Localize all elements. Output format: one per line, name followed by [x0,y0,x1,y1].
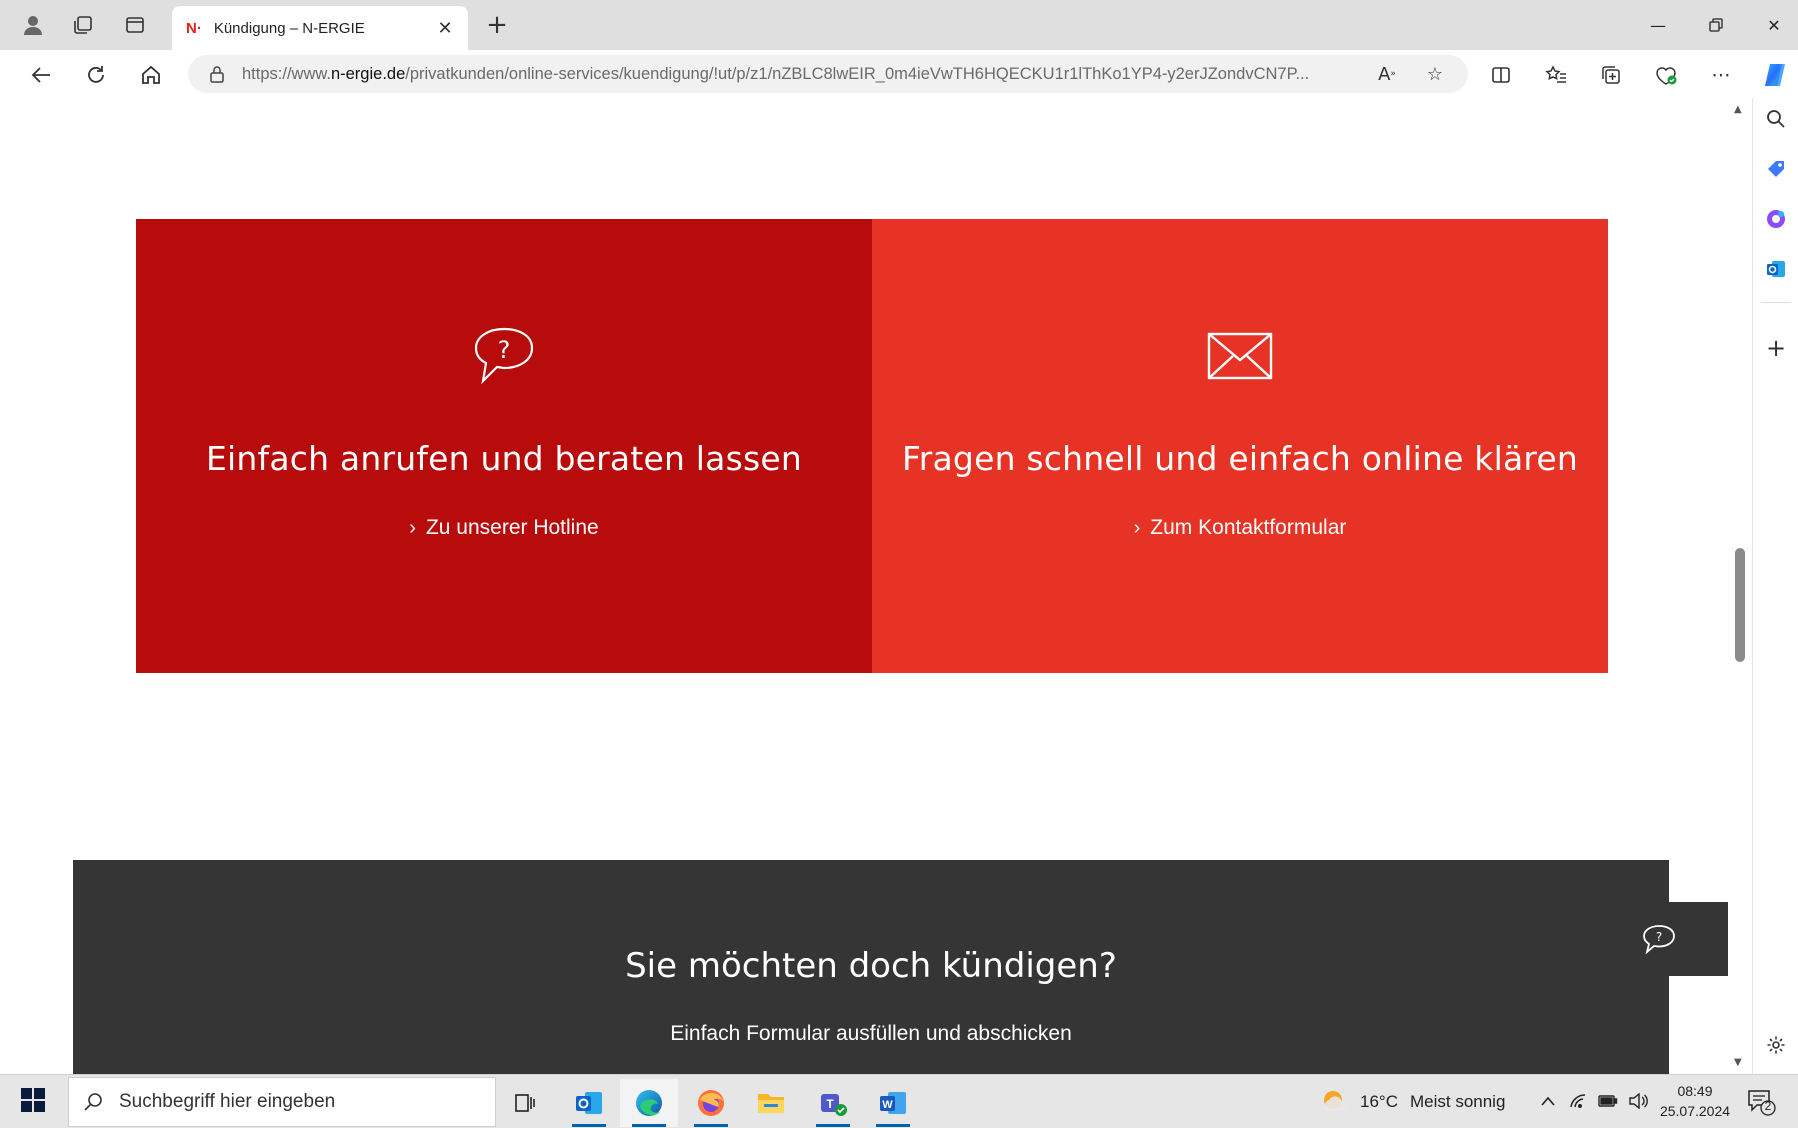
outlook-icon[interactable] [1761,254,1791,284]
notification-center-icon[interactable]: 2 [1746,1087,1778,1117]
running-indicator [632,1124,666,1127]
chat-question-icon: ? [1643,925,1675,954]
restore-button[interactable] [1696,8,1736,42]
hotline-card-title: Einfach anrufen und beraten lassen [205,439,802,478]
task-view-icon[interactable] [496,1079,554,1127]
cancel-section-subtitle: Einfach Formular ausfüllen und abschicke… [670,1022,1072,1045]
sidebar-divider [1761,302,1791,303]
search-icon [83,1092,103,1112]
active-tab[interactable]: N· Kündigung – N-ERGIE ✕ [172,6,468,50]
scroll-up-arrow-icon[interactable]: ▲ [1734,104,1742,115]
notification-count: 2 [1764,1099,1772,1113]
cancel-section-title: Sie möchten doch kündigen? [625,946,1117,986]
split-screen-icon[interactable] [1484,58,1518,92]
svg-text:T: T [826,1097,834,1111]
tab-title: Kündigung – N-ERGIE [213,19,365,37]
running-indicator [572,1124,606,1127]
svg-text:?: ? [498,336,511,364]
minimize-button[interactable]: — [1638,8,1678,42]
chat-question-icon: ? [471,325,537,387]
profile-icon[interactable] [18,10,48,40]
weather-text: Meist sonnig [1409,1092,1506,1111]
copilot-apps-icon[interactable] [1761,204,1791,234]
weather-widget[interactable]: 16°C Meist sonnig [1320,1087,1505,1117]
back-button[interactable] [24,58,58,92]
system-clock[interactable]: 08:49 25.07.2024 [1656,1081,1734,1121]
home-button[interactable] [134,58,168,92]
collections-icon[interactable] [1594,58,1628,92]
scroll-thumb[interactable] [1735,548,1745,662]
n-ergie-favicon: N· [186,19,202,37]
shopping-tag-icon[interactable] [1761,154,1791,184]
search-placeholder: Suchbegriff hier eingeben [119,1091,336,1112]
chevron-right-icon: › [409,516,416,539]
read-aloud-icon[interactable]: A» [1374,61,1400,87]
contact-form-link[interactable]: › Zum Kontaktformular [1134,516,1347,540]
running-indicator [694,1124,728,1127]
reload-button[interactable] [79,58,113,92]
taskbar-search-input[interactable]: Suchbegriff hier eingeben [68,1077,496,1127]
hotline-card: ? Einfach anrufen und beraten lassen › Z… [136,219,872,673]
clock-date: 25.07.2024 [1659,1103,1731,1119]
favorites-icon[interactable] [1539,58,1573,92]
firefox-taskbar-icon[interactable] [682,1079,740,1127]
svg-text:W: W [882,1099,893,1111]
address-bar[interactable]: https://www.n-ergie.de/privatkunden/onli… [188,55,1468,93]
hotline-link[interactable]: › Zu unserer Hotline [409,516,598,540]
favorite-star-icon[interactable]: ☆ [1422,61,1448,87]
copilot-icon[interactable] [1758,58,1792,92]
edge-taskbar-icon[interactable] [620,1079,678,1127]
contact-form-card: Fragen schnell und einfach online klären… [872,219,1608,673]
cancel-section: Sie möchten doch kündigen? Einfach Formu… [73,860,1669,1074]
gear-icon[interactable] [1761,1030,1791,1060]
sun-cloud-icon [1324,1091,1347,1111]
wifi-icon[interactable] [1566,1089,1590,1113]
windows-taskbar: Suchbegriff hier eingeben T W 16°C Meist… [0,1074,1798,1128]
edge-sidebar: + [1752,98,1798,1074]
browser-essentials-icon[interactable] [1649,58,1683,92]
page-viewport: ? Einfach anrufen und beraten lassen › Z… [12,98,1728,1074]
more-menu-icon[interactable]: ⋯ [1704,58,1738,92]
envelope-icon [1207,325,1273,387]
clock-time: 08:49 [1677,1083,1713,1099]
windows-start-icon[interactable] [20,1087,50,1117]
close-tab-icon[interactable]: ✕ [434,17,456,39]
contact-form-link-label: Zum Kontaktformular [1150,516,1347,539]
outlook-taskbar-icon[interactable] [560,1079,618,1127]
weather-temp: 16°C [1360,1092,1398,1111]
teams-taskbar-icon[interactable]: T [804,1079,862,1127]
running-indicator [876,1124,910,1127]
browser-toolbar: https://www.n-ergie.de/privatkunden/onli… [0,50,1798,98]
new-tab-button[interactable]: + [482,10,512,40]
running-indicator [816,1124,850,1127]
workspaces-icon[interactable] [68,10,98,40]
scroll-down-arrow-icon[interactable]: ▼ [1734,1057,1742,1068]
contact-form-card-title: Fragen schnell und einfach online klären [901,439,1579,478]
svg-text:?: ? [1656,930,1662,944]
url-text[interactable]: https://www.n-ergie.de/privatkunden/onli… [242,65,1352,84]
battery-icon[interactable] [1596,1089,1620,1113]
chat-button[interactable]: ? [1590,902,1728,976]
vertical-tabs-icon[interactable] [120,10,150,40]
lock-icon[interactable] [208,65,226,83]
hotline-link-label: Zu unserer Hotline [425,516,599,539]
chevron-right-icon: › [1133,516,1141,539]
file-explorer-taskbar-icon[interactable] [742,1079,800,1127]
volume-icon[interactable] [1626,1089,1650,1113]
tab-bar: N· Kündigung – N-ERGIE ✕ + — ✕ [0,0,1798,50]
add-sidebar-app-icon[interactable]: + [1761,333,1791,363]
word-taskbar-icon[interactable]: W [864,1079,922,1127]
chevron-up-icon[interactable] [1536,1089,1560,1113]
page-scrollbar[interactable]: ▲ ▼ [1728,98,1752,1074]
search-icon[interactable] [1761,104,1791,134]
close-window-button[interactable]: ✕ [1754,8,1794,42]
